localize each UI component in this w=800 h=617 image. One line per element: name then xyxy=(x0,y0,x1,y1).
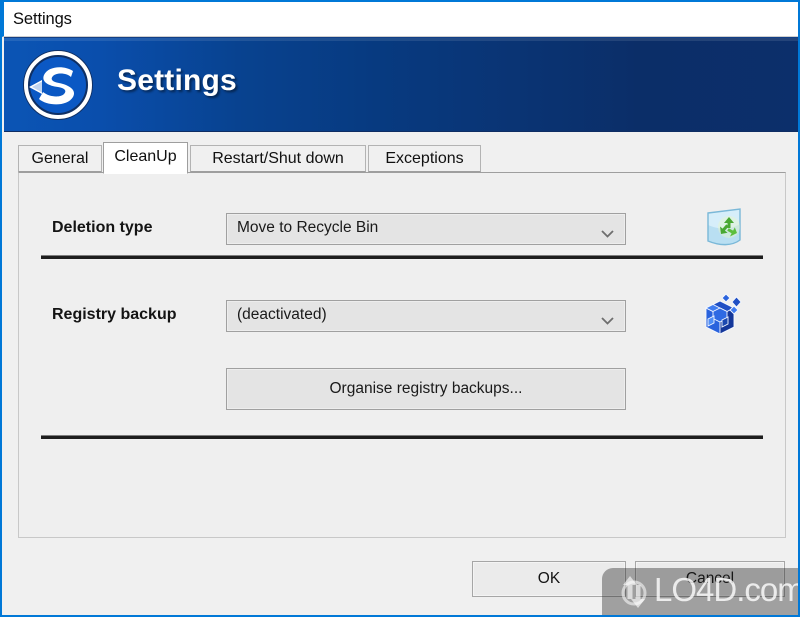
deletion-type-value: Move to Recycle Bin xyxy=(237,219,379,236)
tab-general[interactable]: General xyxy=(18,145,102,172)
organise-registry-backups-button[interactable]: Organise registry backups... xyxy=(226,368,626,410)
chevron-down-icon xyxy=(601,225,614,238)
banner-highlight xyxy=(4,38,798,41)
title-bar: Settings xyxy=(2,0,798,37)
registry-backup-value: (deactivated) xyxy=(237,306,327,323)
separator-2 xyxy=(41,435,763,439)
registry-backup-label: Registry backup xyxy=(52,306,177,323)
deletion-type-label: Deletion type xyxy=(52,219,153,236)
window-title: Settings xyxy=(13,10,72,28)
ok-button[interactable]: OK xyxy=(472,561,626,597)
s-circle-logo-icon xyxy=(20,47,96,123)
tab-cleanup[interactable]: CleanUp xyxy=(103,142,188,174)
cancel-button[interactable]: Cancel xyxy=(635,561,785,597)
recycle-bin-icon xyxy=(700,204,748,252)
settings-window: Settings Settings General CleanUp Restar… xyxy=(0,0,800,617)
chevron-down-icon xyxy=(601,312,614,325)
tab-restart-shut-down[interactable]: Restart/Shut down xyxy=(190,145,366,172)
cleanup-panel: Deletion type Move to Recycle Bin Regist… xyxy=(18,172,786,538)
separator-1 xyxy=(41,255,763,259)
registry-blocks-icon xyxy=(700,290,748,338)
registry-backup-select[interactable]: (deactivated) xyxy=(226,300,626,332)
tab-exceptions[interactable]: Exceptions xyxy=(368,145,481,172)
deletion-type-select[interactable]: Move to Recycle Bin xyxy=(226,213,626,245)
header-banner: Settings xyxy=(4,37,798,132)
banner-title: Settings xyxy=(117,64,237,97)
